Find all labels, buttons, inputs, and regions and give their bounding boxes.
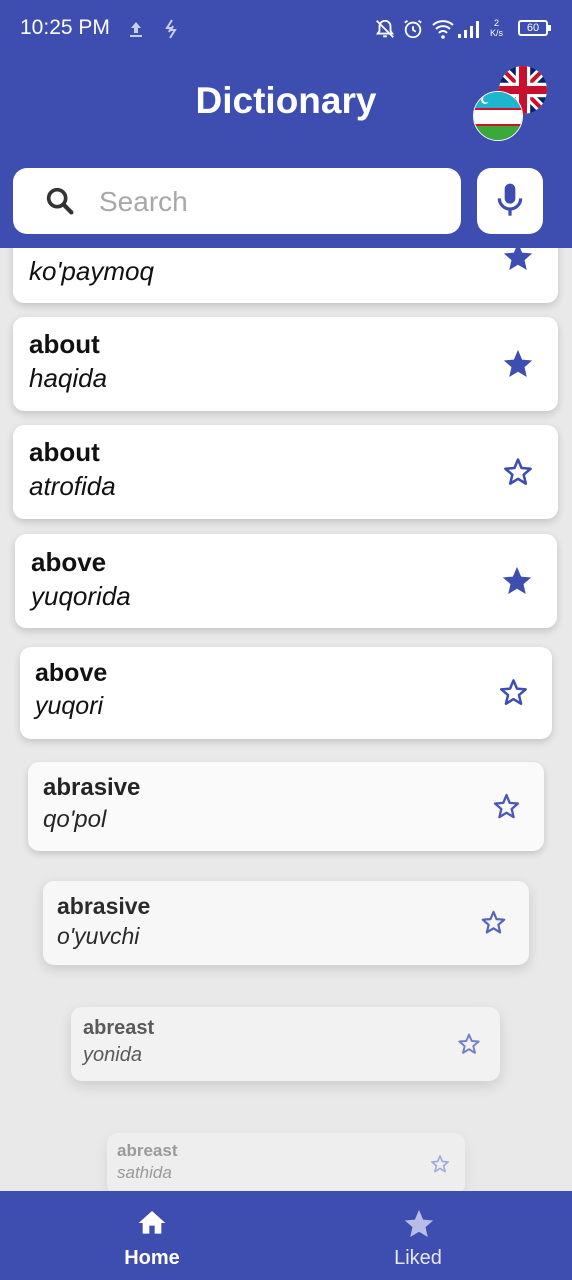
nav-liked-label: Liked	[394, 1247, 442, 1269]
list-item[interactable]: abreast sathida	[107, 1133, 465, 1195]
nav-liked[interactable]: Liked	[318, 1191, 518, 1280]
microphone-icon	[497, 183, 523, 216]
uz-flag-icon[interactable]	[473, 91, 523, 141]
signal-icon	[458, 21, 479, 38]
nav-home[interactable]: Home	[52, 1191, 252, 1280]
translation-text: haqida	[29, 363, 108, 393]
translation-text: yuqori	[35, 692, 104, 720]
battery-icon: 60	[518, 20, 551, 36]
translation-text: yuqorida	[31, 581, 131, 611]
star-outline-icon[interactable]	[491, 791, 522, 822]
wifi-icon	[432, 20, 454, 39]
search-input[interactable]	[97, 168, 441, 236]
list-item[interactable]: above yuqorida	[15, 534, 557, 628]
star-outline-icon[interactable]	[429, 1153, 451, 1175]
list-item[interactable]: abreast yonida	[71, 1007, 500, 1081]
star-outline-icon[interactable]	[501, 455, 535, 489]
star-outline-icon[interactable]	[479, 908, 508, 937]
translation-text: sathida	[117, 1163, 172, 1182]
list-item[interactable]: about atrofida	[13, 425, 558, 519]
home-icon	[138, 1211, 166, 1234]
sync-icon	[165, 19, 177, 39]
word-text: abreast	[83, 1017, 155, 1039]
translation-text: o'yuvchi	[57, 923, 140, 949]
network-speed: 2 K/s	[490, 18, 504, 38]
notifications-off-icon	[375, 19, 395, 38]
translation-text: atrofida	[29, 471, 116, 501]
translation-text: qo'pol	[43, 806, 107, 833]
alarm-icon	[404, 19, 422, 39]
voice-search-button[interactable]	[477, 168, 543, 234]
star-outline-icon[interactable]	[497, 676, 530, 709]
word-text: above	[35, 659, 108, 687]
translation-text: ko'paymoq	[29, 256, 154, 286]
star-filled-icon[interactable]	[501, 347, 535, 381]
translation-text: yonida	[83, 1044, 142, 1066]
list-item[interactable]: abrasive o'yuvchi	[43, 881, 529, 965]
search-icon	[46, 187, 74, 215]
word-text: about	[29, 437, 100, 467]
app-header: 10:25 PM 2 K/s 60 Dictionary Search	[0, 0, 572, 248]
star-icon	[404, 1209, 434, 1238]
list-item[interactable]: abrasive qo'pol	[28, 762, 544, 851]
word-text: abrasive	[43, 774, 141, 801]
bottom-navigation: Home Liked	[0, 1191, 572, 1280]
list-item[interactable]: about haqida	[13, 317, 558, 411]
upload-icon	[130, 22, 142, 37]
word-text: abreast	[117, 1141, 178, 1160]
status-bar: 10:25 PM 2 K/s 60	[0, 0, 572, 58]
star-filled-icon[interactable]	[500, 564, 534, 598]
word-text: above	[31, 547, 107, 577]
star-outline-icon[interactable]	[456, 1031, 482, 1057]
status-time: 10:25 PM	[20, 16, 110, 39]
word-text: abrasive	[57, 893, 151, 919]
list-item[interactable]: above yuqori	[20, 647, 552, 739]
search-bar[interactable]	[13, 168, 461, 236]
nav-home-label: Home	[124, 1247, 180, 1269]
word-text: about	[29, 329, 100, 359]
